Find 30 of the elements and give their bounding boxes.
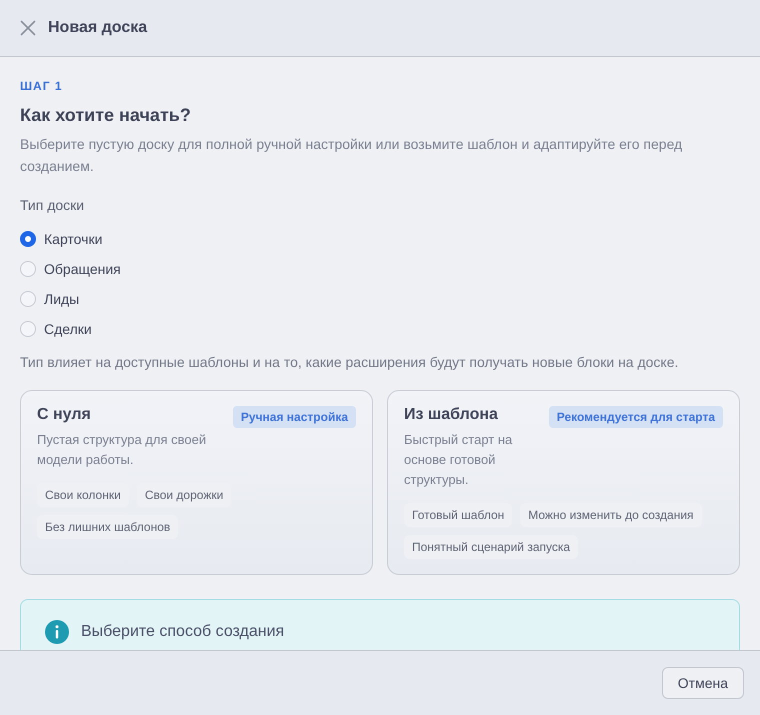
card-badge: Ручная настройка: [232, 406, 356, 428]
method-card[interactable]: Из шаблона Быстрый старт на основе готовой структуры. Рекомендуется для старта Готовый шаблон Можно изменить до создания Понятный сценарий запуска: [387, 390, 740, 575]
radio-option[interactable]: Карточки: [20, 224, 102, 254]
info-text: Выберите способ создания: [81, 622, 284, 642]
dialog-title: Новая доска: [48, 18, 148, 38]
radio-icon[interactable]: [20, 291, 36, 307]
card-title: Из шаблона: [404, 405, 499, 425]
radio-selected-icon[interactable]: [20, 231, 36, 247]
radio-option[interactable]: Лиды: [20, 284, 80, 314]
card-title: С нуля: [37, 405, 92, 425]
step-title: Как хотите начать?: [20, 104, 192, 127]
feature-chip: Готовый шаблон: [404, 503, 512, 527]
radio-option[interactable]: Обращения: [20, 254, 121, 284]
feature-chip: Можно изменить до создания: [520, 503, 702, 527]
close-icon[interactable]: [20, 20, 36, 36]
card-badge: Рекомендуется для старта: [548, 406, 723, 428]
method-card[interactable]: С нуля Пустая структура для своей модели работы. Ручная настройка Свои колонки Свои дорожки Без лишних шаблонов: [20, 390, 373, 575]
step-description: Выберите пустую доску для полной ручной настройки или возьмите шаблон и адаптируйте его перед созданием.: [20, 135, 684, 176]
board-type-label: Тип доски: [20, 196, 86, 215]
card-description: Пустая структура для своей модели работы.: [37, 431, 208, 469]
step-label: ШАГ 1: [20, 78, 64, 94]
feature-chip: Понятный сценарий запуска: [404, 535, 578, 559]
radio-option[interactable]: Сделки: [20, 314, 92, 344]
radio-icon[interactable]: [20, 321, 36, 337]
card-description: Быстрый старт на основе готовой структуры.: [404, 431, 514, 489]
radio-icon[interactable]: [20, 261, 36, 277]
info-icon: [45, 620, 69, 644]
feature-chip: Без лишних шаблонов: [37, 515, 178, 539]
cancel-button[interactable]: Отмена: [662, 667, 744, 699]
board-type-hint: Тип влияет на доступные шаблоны и на то, какие расширения будут получать новые блоки на доске.: [20, 353, 680, 372]
